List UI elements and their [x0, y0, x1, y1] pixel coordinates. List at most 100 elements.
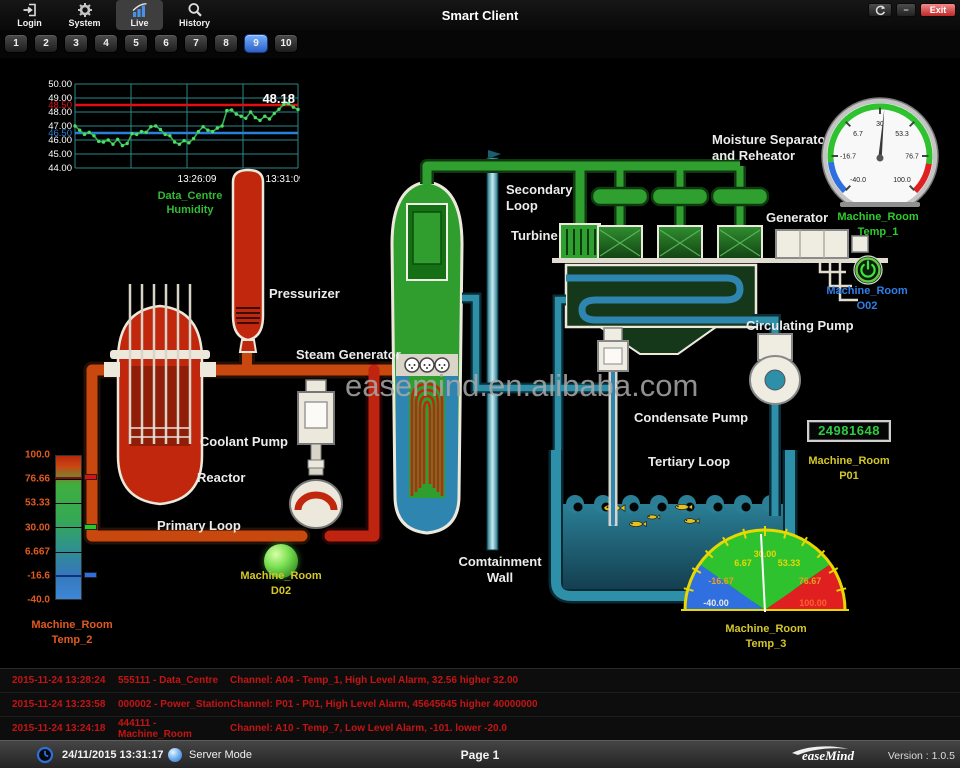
x-tick: 13:26:09	[178, 174, 217, 185]
refresh-button[interactable]	[868, 3, 892, 17]
bar-gauge-temp2-label: Machine_RoomTemp_2	[16, 618, 128, 648]
label-circulating-pump: Circulating Pump	[746, 318, 854, 333]
page-tab-1[interactable]: 1	[4, 34, 28, 53]
y-tick: 45.00	[48, 149, 72, 160]
label-pressurizer: Pressurizer	[269, 286, 340, 301]
high-limit-label: 48.50	[48, 100, 72, 111]
window-title: Smart Client	[0, 8, 960, 23]
alarm-time: 2015-11-24 13:23:58	[12, 699, 118, 710]
page-tab-5[interactable]: 5	[124, 34, 148, 53]
label-reactor: Reactor	[197, 470, 245, 485]
bar-value-marker	[84, 524, 97, 530]
bar-gauge-tick: -16.6	[27, 570, 50, 581]
bar-low-limit-line	[55, 575, 82, 577]
alarm-message: Channel: A10 - Temp_7, Low Level Alarm, …	[230, 723, 960, 734]
trend-title-1: Data_Centre	[158, 190, 223, 202]
label-containment-wall-1: Comtainment	[458, 554, 542, 569]
y-tick: 44.00	[48, 163, 72, 174]
status-version: Version : 1.0.5	[888, 750, 955, 762]
page-tab-9[interactable]: 9	[244, 34, 268, 53]
bar-high-marker	[84, 474, 97, 480]
alarm-row[interactable]: 2015-11-24 13:23:58000002 - Power_Statio…	[0, 693, 960, 717]
page-tab-6[interactable]: 6	[154, 34, 178, 53]
bar-gauge-temp2-widget[interactable]: 100.0 76.66 53.33 30.00 6.667 -16.6 -40.0 Mach…	[16, 450, 146, 655]
alarm-list: 2015-11-24 13:28:24555111 - Data_CentreC…	[0, 668, 960, 740]
page-tab-3[interactable]: 3	[64, 34, 88, 53]
exit-button[interactable]: Exit	[920, 3, 956, 17]
bar-gauge-ticks: 100.076.6653.3330.006.667-16.6-40.0	[16, 455, 52, 600]
label-coolant-pump: Coolant Pump	[200, 434, 288, 449]
page-tab-2[interactable]: 2	[34, 34, 58, 53]
trend-current-value: 48.18	[262, 91, 295, 106]
counter-p01[interactable]: 24981648	[807, 420, 891, 442]
page-tab-8[interactable]: 8	[214, 34, 238, 53]
gauge-temp3-label: Machine_RoomTemp_3	[699, 622, 833, 652]
label-containment-wall-2: Wall	[487, 570, 513, 585]
smart-client-window: Login System Live History Smart	[0, 0, 960, 768]
label-condensate-pump: Condensate Pump	[634, 410, 748, 425]
gauge3-tick: -40.00	[703, 598, 729, 608]
gauge3-tick: 100.00	[799, 598, 827, 608]
label-secondary-loop-1: Secondary	[506, 182, 573, 197]
label-steam-generator: Steam Generator	[296, 347, 401, 362]
page-tabs: 123456789 10	[4, 34, 298, 53]
coolant-pump	[290, 380, 342, 528]
brand-logo: easeMind	[788, 745, 872, 768]
window-controls: − Exit	[868, 3, 956, 17]
bar-gauge-tick: 6.667	[25, 546, 50, 557]
statusbar: 24/11/2015 13:31:17 Server Mode Page 1 e…	[0, 740, 960, 768]
gauge1-tick: -16.7	[840, 154, 856, 161]
alarm-source: 555111 - Data_Centre	[118, 675, 230, 686]
gauge-temp1-widget[interactable]: -40.0 -16.7 6.7 30 53.3 76.7 100.0 Machi…	[818, 94, 942, 217]
label-moisture-separator-2: and Reheator	[712, 148, 795, 163]
alarm-message: Channel: P01 - P01, High Level Alarm, 45…	[230, 699, 960, 710]
gauge1-tick: 100.0	[893, 177, 911, 184]
alarm-source: 000002 - Power_Station	[118, 699, 230, 710]
alarm-time: 2015-11-24 13:24:18	[12, 723, 118, 734]
switch-o02-label: Machine_RoomO02	[801, 284, 933, 314]
bar-gauge-tick: 100.0	[25, 450, 50, 461]
label-secondary-loop-2: Loop	[506, 198, 538, 213]
x-tick: 13:31:09	[266, 174, 300, 185]
minimize-button[interactable]: −	[896, 3, 916, 17]
bar-gauge-tick: 30.00	[25, 522, 50, 533]
circulating-pump	[750, 334, 800, 404]
page-tab-4[interactable]: 4	[94, 34, 118, 53]
bar-gauge-tick: 53.33	[25, 498, 50, 509]
alarm-row[interactable]: 2015-11-24 13:24:18444111 - Machine_Room…	[0, 717, 960, 741]
page-tab-10[interactable]: 10	[274, 34, 298, 53]
y-tick: 50.00	[48, 79, 72, 90]
gauge3-tick: 76.67	[799, 576, 822, 586]
alarm-message: Channel: A04 - Temp_1, High Level Alarm,…	[230, 675, 960, 686]
gauge1-tick: 76.7	[905, 154, 919, 161]
bar-gauge-tick: 76.66	[25, 474, 50, 485]
trend-chart-widget[interactable]: 50.00 49.00 48.00 47.00 46.00 45.00 44.0…	[45, 78, 300, 216]
page-tab-7[interactable]: 7	[184, 34, 208, 53]
gauge3-tick: 30.00	[754, 549, 777, 559]
refresh-icon	[874, 5, 886, 16]
gauge3-tick: 6.67	[734, 558, 752, 568]
moisture-separators	[592, 188, 768, 205]
alarm-row[interactable]: 2015-11-24 13:28:24555111 - Data_CentreC…	[0, 669, 960, 693]
titlebar: Login System Live History Smart	[0, 0, 960, 30]
condenser	[566, 265, 756, 354]
gauge1-tick: -40.0	[850, 177, 866, 184]
low-limit-label: 46.50	[48, 128, 72, 139]
gauge1-tick: 6.7	[853, 131, 863, 138]
gauge-temp3-widget[interactable]: -40.00 -16.67 6.67 30.00 53.33 76.67 100…	[680, 526, 850, 621]
counter-p01-label: Machine_RoomP01	[788, 454, 910, 484]
label-moisture-separator-1: Moisture Separator	[712, 132, 830, 147]
bar-gauge-tick: -40.0	[27, 595, 50, 606]
steam-generator-vessel	[392, 182, 462, 533]
gauge-temp1-label: Machine_RoomTemp_1	[816, 210, 940, 240]
clock-icon	[36, 746, 54, 768]
switch-o02-widget[interactable]: Machine_RoomO02	[852, 254, 884, 291]
led-d02-label: Machine_RoomD02	[211, 569, 351, 599]
gauge3-tick: 53.33	[778, 558, 801, 568]
bar-high-limit-line	[55, 477, 82, 479]
power-icon	[852, 254, 884, 286]
server-mode-indicator	[168, 748, 182, 762]
gauge3-tick: -16.67	[708, 576, 734, 586]
tabbar: 123456789 10	[0, 30, 960, 58]
watermark: easemind.en.alibaba.com	[345, 368, 698, 403]
